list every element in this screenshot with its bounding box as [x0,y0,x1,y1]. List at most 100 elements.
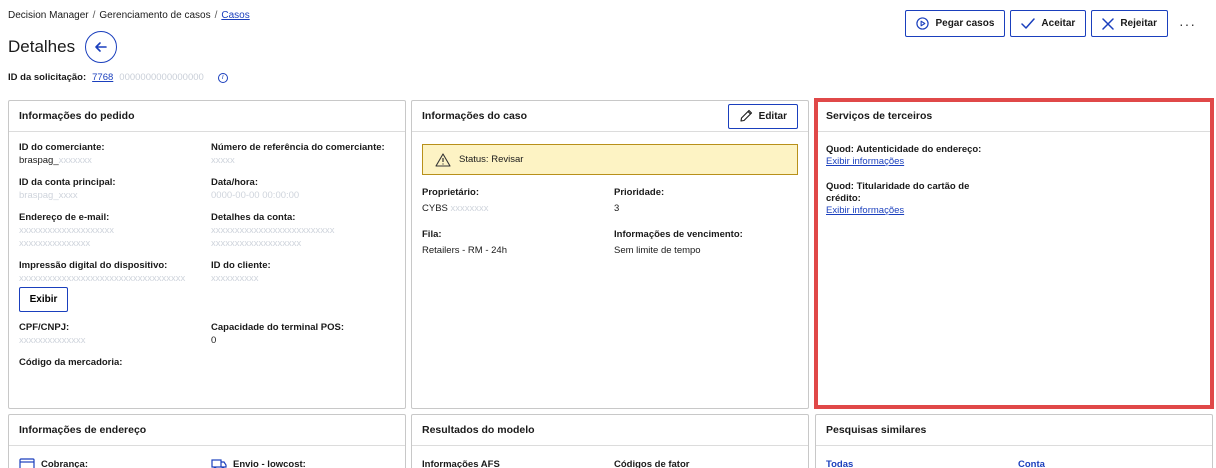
field-value-blurred: xxxxxxxxxxxxxxx [19,238,91,249]
field-label: Data/hora: [211,177,258,188]
info-icon[interactable]: i [217,72,228,83]
afs-info-label: Informações AFS [422,459,500,468]
device-fingerprint-field: Impressão digital do dispositivo: xxxxxx… [19,260,211,312]
field-value: 3 [614,203,620,214]
client-id-field: ID do cliente: xxxxxxxxxx [211,260,395,312]
priority-field: Prioridade: 3 [614,187,798,215]
field-value: braspag_ [19,155,59,166]
field-value-blurred: xxxxxxxxxxxxxx [19,335,86,346]
reject-button[interactable]: Rejeitar [1091,10,1168,37]
similar-all-tab[interactable]: Todas [826,459,853,468]
field-value-blurred: xxxxx [211,155,235,166]
field-label: ID do comerciante: [19,142,105,153]
edit-label: Editar [758,110,787,122]
field-value-blurred: xxxxxxxxxxxxxxxxxxxxxxxxxxxxxxxxxxx [19,273,186,284]
truck-icon [211,459,227,468]
field-label: Prioridade: [614,187,665,198]
take-cases-button[interactable]: Pegar casos [905,10,1006,37]
third-party-services-card: Serviços de terceiros Quod: Autenticidad… [815,100,1213,409]
datetime-field: Data/hora: 0000-00-00 00:00:00 [211,177,395,202]
field-label: Capacidade do terminal POS: [211,322,345,333]
page-title: Detalhes [8,37,76,56]
shipping-label: Envio - lowcost: [233,458,306,468]
field-value-blurred: xxxxxxxxxxxxxxxxxxx [211,238,302,249]
field-label: Quod: Titularidade do cartão de [826,181,970,192]
breadcrumb-case-management[interactable]: Gerenciamento de casos [99,10,210,21]
merchandise-code-field: Código da mercadoria: [19,357,211,369]
field-label: Quod: Autenticidade do endereço: [826,144,982,155]
main-account-field: ID da conta principal: braspag_xxxx [19,177,211,202]
card-title: Serviços de terceiros [826,110,933,122]
merchant-ref-field: Número de referência do comerciante: xxx… [211,142,395,167]
field-label: Fila: [422,229,442,240]
accept-button[interactable]: Aceitar [1010,10,1087,37]
card-header: Informações de endereço [9,415,405,446]
request-id-link[interactable]: 7768 [92,72,113,83]
field-label: ID do cliente: [211,260,271,271]
accept-label: Aceitar [1041,18,1076,29]
card-title: Resultados do modelo [422,424,535,436]
cpf-field: CPF/CNPJ: xxxxxxxxxxxxxx [19,322,211,347]
breadcrumb-decision-manager[interactable]: Decision Manager [8,10,89,21]
pencil-icon [740,109,752,122]
due-info-field: Informações de vencimento: Sem limite de… [614,229,798,257]
field-value: 0 [211,335,217,346]
address-authenticity-field: Quod: Autenticidade do endereço: Exibir … [826,144,1202,167]
field-label: Número de referência do comerciante: [211,142,385,153]
card-body: Quod: Autenticidade do endereço: Exibir … [816,132,1212,226]
edit-button[interactable]: Editar [727,103,798,129]
address-info-card: Informações de endereço Cobrança: Envio … [8,414,406,468]
field-value-blurred: xxxxxxxxxxxxxxxxxxxxxxxxxx [211,225,335,236]
show-button[interactable]: Exibir [19,287,68,312]
card-body: ID do comerciante: braspag_xxxxxxx Númer… [9,132,405,379]
request-id-blurred: 0000000000000000 [119,72,204,83]
breadcrumb-cases-link[interactable]: Casos [221,10,249,21]
field-label: Proprietário: [422,187,480,198]
field-value: Retailers - RM - 24h [422,245,507,256]
card-header: Pesquisas similares [816,415,1212,446]
field-value-blurred: xxxxxxx [58,155,92,166]
show-info-link[interactable]: Exibir informações [826,205,904,216]
field-value-blurred: xxxxxxxx [450,203,489,214]
card-title: Pesquisas similares [826,424,927,436]
field-label: Código da mercadoria: [19,357,123,368]
field-label: crédito: [826,193,861,204]
close-icon [1102,17,1115,30]
account-details-field: Detalhes da conta: xxxxxxxxxxxxxxxxxxxxx… [211,212,395,250]
card-title: Informações do pedido [19,110,135,122]
field-value-blurred: xxxxxxxxxxxxxxxxxxxx [19,225,114,236]
card-header: Informações do pedido [9,101,405,132]
reject-label: Rejeitar [1120,18,1157,29]
status-banner: Status: Revisar [422,144,798,175]
model-results-card: Resultados do modelo Informações AFS Cód… [411,414,809,468]
field-value: Sem limite de tempo [614,245,701,256]
field-label: CPF/CNPJ: [19,322,70,333]
arrow-left-icon [95,42,107,52]
field-label: Detalhes da conta: [211,212,296,223]
credit-card-icon [19,458,35,468]
card-body: Cobrança: Envio - lowcost: [9,446,405,468]
more-options-icon[interactable]: ··· [1173,16,1202,32]
card-title: Informações do caso [422,110,528,122]
check-icon [1021,17,1036,29]
case-info-card: Informações do caso Editar Status: Revis… [411,100,809,409]
card-body: Informações AFS Códigos de fator [412,446,808,468]
card-ownership-field: Quod: Titularidade do cartão de crédito:… [826,181,1202,216]
field-label: Endereço de e-mail: [19,212,110,223]
email-field: Endereço de e-mail: xxxxxxxxxxxxxxxxxxxx… [19,212,211,250]
action-toolbar: Pegar casos Aceitar Rejeitar ··· [905,10,1202,37]
back-button[interactable] [85,31,118,63]
show-info-link[interactable]: Exibir informações [826,156,904,167]
request-id-label: ID da solicitação: [8,72,87,83]
status-text: Status: Revisar [459,154,524,165]
breadcrumb: Decision Manager / Gerenciamento de caso… [8,10,250,21]
field-value-blurred: 0000-00-00 00:00:00 [211,190,300,201]
factor-codes-label: Códigos de fator [614,459,690,468]
breadcrumb-separator: / [92,10,96,21]
field-label: ID da conta principal: [19,177,116,188]
pos-capability-field: Capacidade do terminal POS: 0 [211,322,395,347]
queue-field: Fila: Retailers - RM - 24h [422,229,614,257]
card-header: Informações do caso Editar [412,101,808,132]
field-value-blurred: xxxxxxxxxx [211,273,259,284]
similar-account-tab[interactable]: Conta [1018,459,1045,468]
